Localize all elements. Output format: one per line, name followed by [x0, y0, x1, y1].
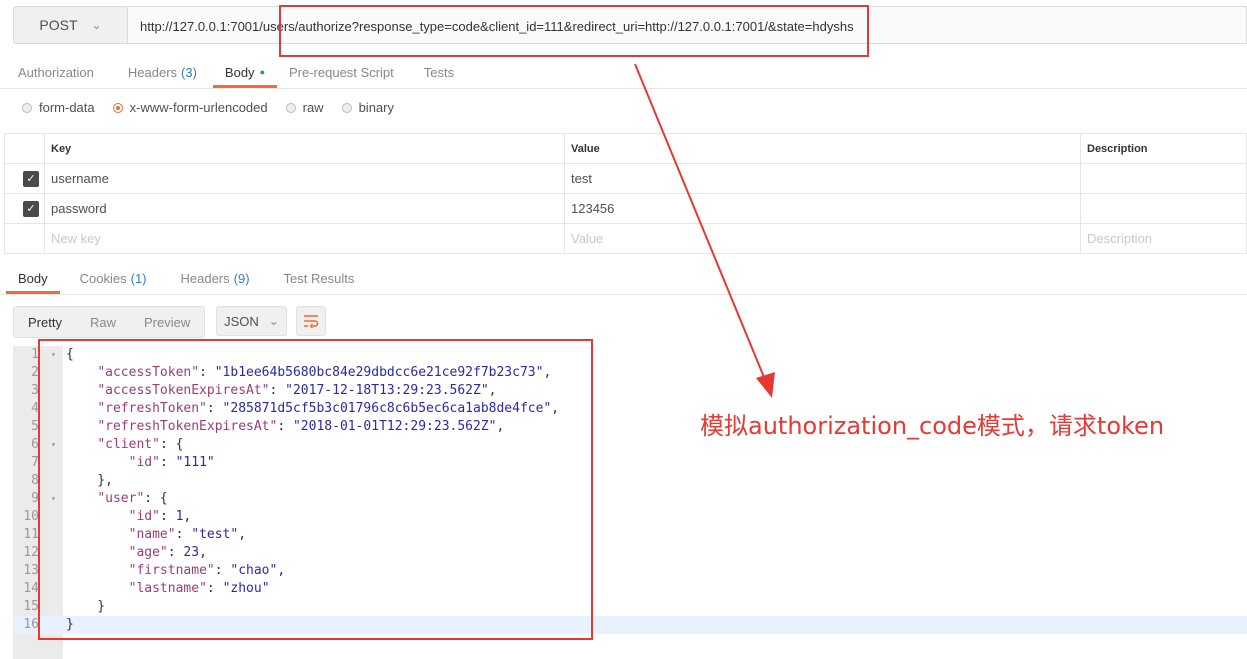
annotation-text: 模拟authorization_code模式，请求token [700, 412, 1165, 440]
annotation-arrow [634, 63, 775, 398]
